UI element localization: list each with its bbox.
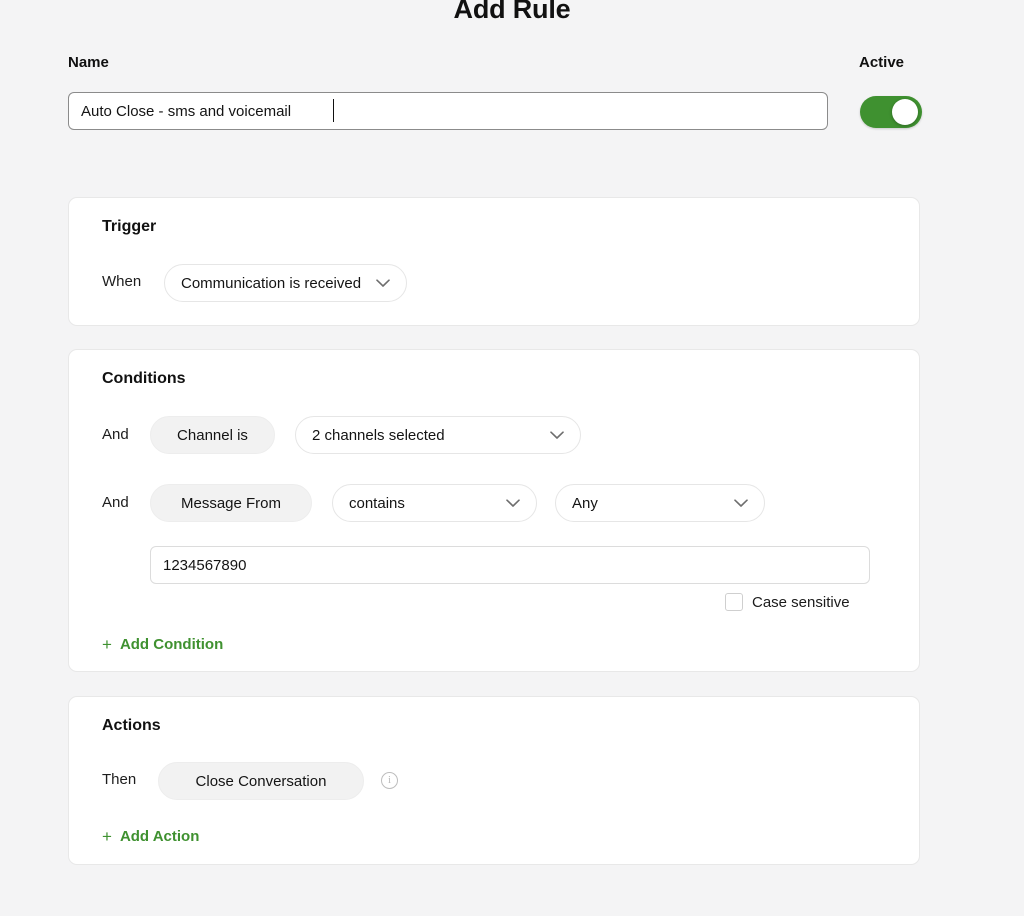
action-1-label: Close Conversation xyxy=(195,772,327,790)
trigger-event-value: Communication is received xyxy=(181,274,362,292)
action-1-pill[interactable]: Close Conversation xyxy=(158,762,364,800)
trigger-card-title: Trigger xyxy=(102,218,157,235)
condition-1-value: 2 channels selected xyxy=(312,426,445,444)
condition-2-match-dropdown[interactable]: Any xyxy=(555,484,765,522)
case-sensitive-checkbox-wrap[interactable]: Case sensitive xyxy=(725,593,850,611)
case-sensitive-checkbox[interactable] xyxy=(725,593,743,611)
condition-1-value-dropdown[interactable]: 2 channels selected xyxy=(295,416,581,454)
add-condition-label: Add Condition xyxy=(119,636,224,653)
condition-2-prefix: And xyxy=(102,494,129,511)
add-action-label: Add Action xyxy=(119,828,200,845)
add-action-button[interactable]: + Add Action xyxy=(102,828,199,845)
condition-2-field[interactable]: Message From xyxy=(150,484,312,522)
conditions-card: Conditions And Channel is 2 channels sel… xyxy=(68,349,920,672)
chevron-down-icon xyxy=(734,498,748,508)
active-toggle-label: Active xyxy=(859,54,905,71)
condition-2-operator-dropdown[interactable]: contains xyxy=(332,484,537,522)
chevron-down-icon xyxy=(550,430,564,440)
condition-1-prefix: And xyxy=(102,426,129,443)
text-cursor xyxy=(333,99,334,122)
condition-1-field[interactable]: Channel is xyxy=(150,416,275,454)
trigger-when-label: When xyxy=(102,273,142,290)
name-field-label: Name xyxy=(68,54,109,71)
info-icon[interactable]: i xyxy=(381,772,398,789)
active-toggle[interactable] xyxy=(860,96,922,128)
chevron-down-icon xyxy=(376,278,390,288)
conditions-card-title: Conditions xyxy=(102,370,186,387)
add-condition-button[interactable]: + Add Condition xyxy=(102,636,223,653)
plus-icon: + xyxy=(102,635,112,654)
condition-1-field-label: Channel is xyxy=(177,426,248,444)
actions-card-title: Actions xyxy=(102,717,161,734)
page-title: Add Rule xyxy=(453,0,571,24)
actions-then-label: Then xyxy=(102,771,137,788)
case-sensitive-label: Case sensitive xyxy=(752,593,850,611)
trigger-event-dropdown[interactable]: Communication is received xyxy=(164,264,407,302)
rule-name-input[interactable] xyxy=(68,92,828,130)
toggle-knob xyxy=(892,99,918,125)
chevron-down-icon xyxy=(506,498,520,508)
actions-card: Actions Then Close Conversation i + Add … xyxy=(68,696,920,865)
condition-2-value-input[interactable] xyxy=(150,546,870,584)
condition-2-field-label: Message From xyxy=(180,494,282,512)
condition-2-operator-value: contains xyxy=(349,494,405,512)
condition-2-match-value: Any xyxy=(572,494,598,512)
add-rule-page: Add Rule Name Active Trigger When Commun… xyxy=(0,0,1024,916)
trigger-card: Trigger When Communication is received xyxy=(68,197,920,326)
plus-icon: + xyxy=(102,827,112,846)
